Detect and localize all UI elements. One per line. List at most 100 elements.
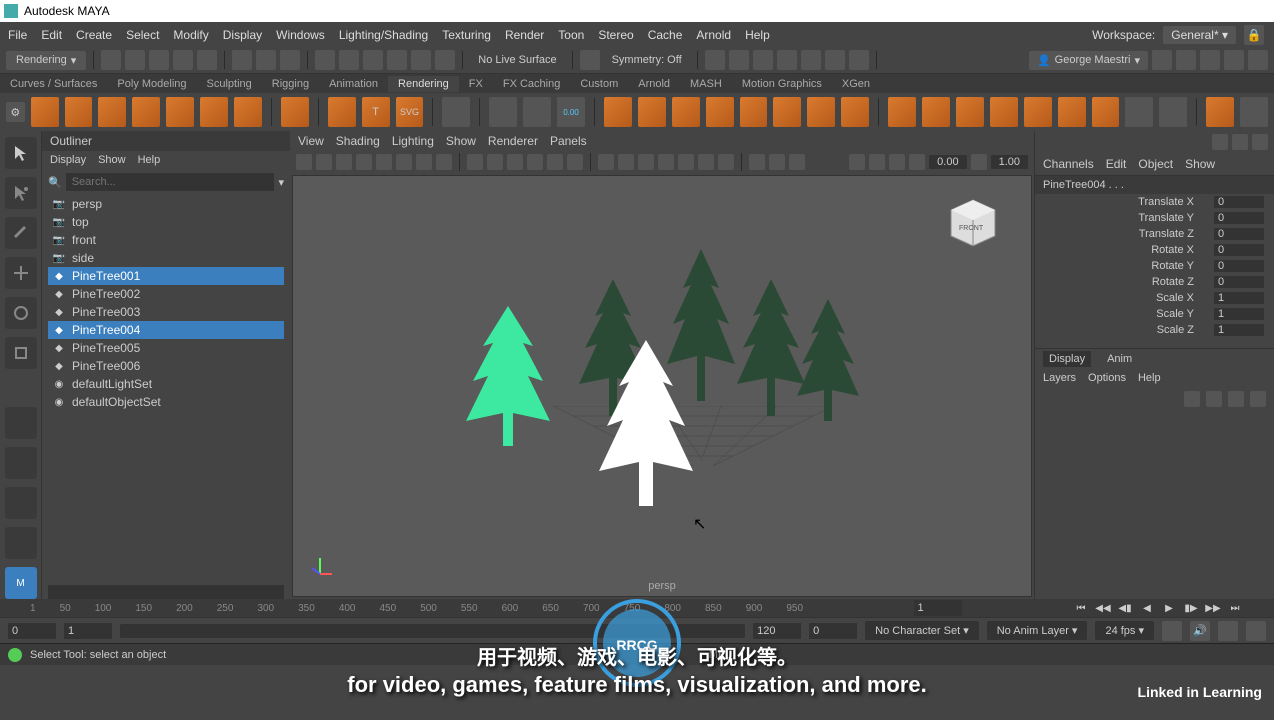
layout-outliner-button[interactable]	[5, 527, 37, 559]
snap-toggle-button[interactable]	[5, 407, 37, 439]
outliner-item-PineTree002[interactable]: ◆PineTree002	[48, 285, 284, 303]
viewport-show-menu[interactable]: Show	[446, 134, 476, 148]
channel-attr-row[interactable]: Scale Z1	[1035, 322, 1274, 338]
outliner-item-front[interactable]: 📷front	[48, 231, 284, 249]
outliner-show-menu[interactable]: Show	[98, 154, 126, 166]
shelf-reduce-icon[interactable]	[807, 97, 835, 127]
prefs-button[interactable]	[1218, 621, 1238, 641]
lasso-tool-button[interactable]	[5, 177, 37, 209]
go-start-button[interactable]: ⏮	[1072, 599, 1090, 617]
vp-dof-icon[interactable]	[718, 154, 734, 170]
select-mode-button[interactable]	[232, 50, 252, 70]
shelf-last-icon[interactable]	[1240, 97, 1268, 127]
undo-button[interactable]	[173, 50, 193, 70]
vp-view-transform-icon[interactable]	[789, 154, 805, 170]
outliner-item-PineTree004[interactable]: ◆PineTree004	[48, 321, 284, 339]
vp-ao-icon[interactable]	[658, 154, 674, 170]
shelf-fill-icon[interactable]	[990, 97, 1018, 127]
attr-value[interactable]: 0	[1214, 212, 1264, 224]
paint-tool-button[interactable]	[5, 217, 37, 249]
channel-attr-row[interactable]: Translate Y0	[1035, 210, 1274, 226]
toolbar-icon-5[interactable]	[1248, 50, 1268, 70]
shelf-target-weld-icon[interactable]	[1206, 97, 1234, 127]
playback-prefs-button[interactable]	[1246, 621, 1266, 641]
snap-live-button[interactable]	[435, 50, 455, 70]
outliner-item-persp[interactable]: 📷persp	[48, 195, 284, 213]
shelf-separate-icon[interactable]	[638, 97, 666, 127]
shelf-tab-sculpting[interactable]: Sculpting	[197, 76, 262, 92]
hypershade-button[interactable]	[801, 50, 821, 70]
outliner-item-defaultLightSet[interactable]: ◉defaultLightSet	[48, 375, 284, 393]
ipr-button[interactable]	[753, 50, 773, 70]
shelf-append-icon[interactable]	[1024, 97, 1052, 127]
menu-help[interactable]: Help	[745, 28, 770, 42]
viewport-renderer-menu[interactable]: Renderer	[488, 134, 538, 148]
outliner-item-top[interactable]: 📷top	[48, 213, 284, 231]
vp-snap4-icon[interactable]	[909, 154, 925, 170]
save-scene-button[interactable]	[149, 50, 169, 70]
shelf-plane-icon[interactable]	[200, 97, 228, 127]
anim-end-input[interactable]	[809, 623, 857, 639]
next-key-button[interactable]: ▮▶	[1182, 599, 1200, 617]
light-editor-button[interactable]	[825, 50, 845, 70]
fps-dropdown[interactable]: 24 fps ▾	[1095, 621, 1154, 640]
shelf-tab-curves[interactable]: Curves / Surfaces	[0, 76, 107, 92]
vp-motion-icon[interactable]	[678, 154, 694, 170]
attr-value[interactable]: 1	[1214, 308, 1264, 320]
attr-value[interactable]: 0	[1214, 228, 1264, 240]
shelf-tab-fx[interactable]: FX	[459, 76, 493, 92]
shelf-tab-arnold[interactable]: Arnold	[628, 76, 680, 92]
vp-snap-icon[interactable]	[849, 154, 865, 170]
channel-attr-row[interactable]: Scale X1	[1035, 290, 1274, 306]
attr-value[interactable]: 0	[1214, 196, 1264, 208]
viewport-lighting-menu[interactable]: Lighting	[392, 134, 434, 148]
outliner-display-menu[interactable]: Display	[50, 154, 86, 166]
render-view-button[interactable]	[705, 50, 725, 70]
layer-btn-4[interactable]	[1250, 391, 1266, 407]
play-forward-button[interactable]: ▶	[1160, 599, 1178, 617]
select-tool-button[interactable]	[5, 137, 37, 169]
shelf-cube-icon[interactable]	[65, 97, 93, 127]
attr-value[interactable]: 1	[1214, 292, 1264, 304]
outliner-item-defaultObjectSet[interactable]: ◉defaultObjectSet	[48, 393, 284, 411]
channel-attr-row[interactable]: Translate X0	[1035, 194, 1274, 210]
go-end-button[interactable]: ⏭	[1226, 599, 1244, 617]
channels-show-tab[interactable]: Show	[1185, 157, 1215, 171]
vp-grease-icon[interactable]	[376, 154, 392, 170]
vp-field1[interactable]: 0.00	[929, 155, 966, 169]
snap-plane-button[interactable]	[387, 50, 407, 70]
viewcube[interactable]: FRONT	[945, 194, 1001, 250]
shelf-platonic-icon[interactable]	[281, 97, 309, 127]
vp-shaded-icon[interactable]	[487, 154, 503, 170]
snap-grid-button[interactable]	[315, 50, 335, 70]
toolbar-icon-1[interactable]	[1152, 50, 1172, 70]
shelf-boolean-icon[interactable]	[706, 97, 734, 127]
viewport-panels-menu[interactable]: Panels	[550, 134, 587, 148]
vp-gate-icon[interactable]	[436, 154, 452, 170]
new-scene-button[interactable]	[101, 50, 121, 70]
menu-render[interactable]: Render	[505, 28, 544, 42]
vp-grid-icon[interactable]	[396, 154, 412, 170]
menu-select[interactable]: Select	[126, 28, 159, 42]
vp-isolate-icon[interactable]	[598, 154, 614, 170]
layout-maya-button[interactable]: M	[5, 567, 37, 599]
menu-create[interactable]: Create	[76, 28, 112, 42]
attr-value[interactable]: 0	[1214, 260, 1264, 272]
channel-attr-row[interactable]: Rotate X0	[1035, 242, 1274, 258]
vp-key-icon[interactable]	[971, 154, 987, 170]
select-object-button[interactable]	[280, 50, 300, 70]
menu-texturing[interactable]: Texturing	[442, 28, 491, 42]
shelf-disc-icon[interactable]	[234, 97, 262, 127]
shelf-type-icon[interactable]	[328, 97, 356, 127]
shelf-bridge-icon[interactable]	[956, 97, 984, 127]
toolbar-icon-2[interactable]	[1176, 50, 1196, 70]
channels-edit-tab[interactable]: Edit	[1106, 157, 1127, 171]
channel-icon-2[interactable]	[1232, 134, 1248, 150]
vp-shadows-icon[interactable]	[567, 154, 583, 170]
attr-value[interactable]: 1	[1214, 324, 1264, 336]
shelf-tab-fxcaching[interactable]: FX Caching	[493, 76, 570, 92]
chevron-down-icon[interactable]: ▾	[278, 176, 284, 189]
channels-object-tab[interactable]: Object	[1138, 157, 1173, 171]
shelf-type-t-icon[interactable]: T	[362, 97, 390, 127]
construction-history-button[interactable]	[580, 50, 600, 70]
